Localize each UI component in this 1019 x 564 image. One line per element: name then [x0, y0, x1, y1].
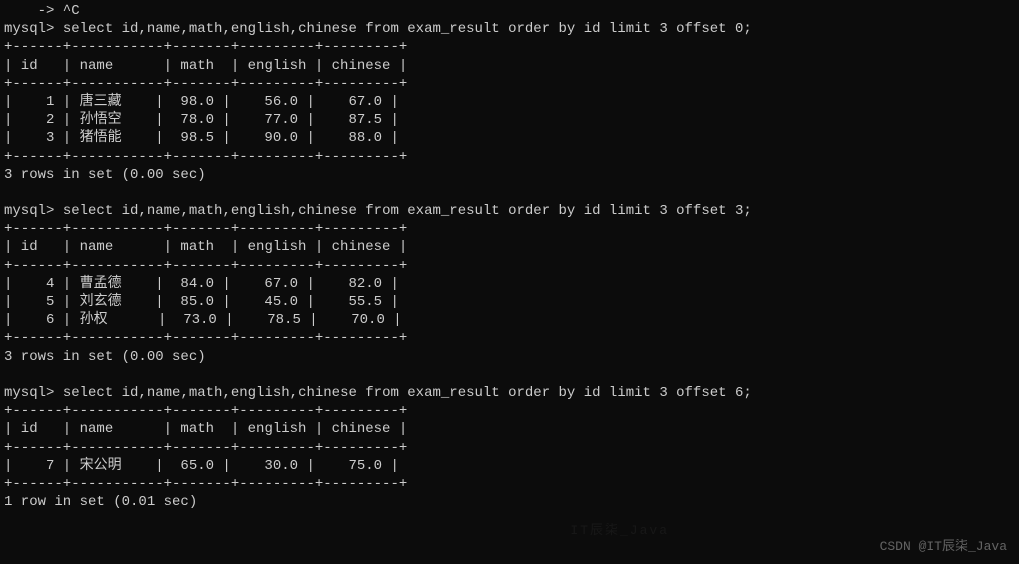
query-line-2: mysql> select id,name,math,english,chine… [4, 384, 1015, 402]
table-divider: +------+-----------+-------+---------+--… [4, 475, 1015, 493]
interrupt-line: -> ^C [4, 2, 1015, 20]
watermark-text: CSDN @IT辰柒_Java [880, 539, 1007, 556]
table-divider: +------+-----------+-------+---------+--… [4, 329, 1015, 347]
table-divider: +------+-----------+-------+---------+--… [4, 257, 1015, 275]
blank-line [4, 511, 1015, 529]
result-footer: 1 row in set (0.01 sec) [4, 493, 1015, 511]
table-row: | 3 | 猪悟能 | 98.5 | 90.0 | 88.0 | [4, 129, 1015, 147]
query-line-1: mysql> select id,name,math,english,chine… [4, 202, 1015, 220]
result-footer: 3 rows in set (0.00 sec) [4, 166, 1015, 184]
table-header: | id | name | math | english | chinese | [4, 57, 1015, 75]
terminal-output[interactable]: -> ^C mysql> select id,name,math,english… [0, 0, 1019, 531]
table-row: | 6 | 孙权 | 73.0 | 78.5 | 70.0 | [4, 311, 1015, 329]
table-row: | 5 | 刘玄德 | 85.0 | 45.0 | 55.5 | [4, 293, 1015, 311]
sql-query-2: select id,name,math,english,chinese from… [63, 385, 752, 401]
table-row: | 1 | 唐三藏 | 98.0 | 56.0 | 67.0 | [4, 93, 1015, 111]
blank-line [4, 366, 1015, 384]
query-line-0: mysql> select id,name,math,english,chine… [4, 20, 1015, 38]
faint-watermark-text: IT辰柒_Java [570, 523, 669, 540]
table-row: | 2 | 孙悟空 | 78.0 | 77.0 | 87.5 | [4, 111, 1015, 129]
table-divider: +------+-----------+-------+---------+--… [4, 220, 1015, 238]
result-footer: 3 rows in set (0.00 sec) [4, 348, 1015, 366]
table-header: | id | name | math | english | chinese | [4, 238, 1015, 256]
table-divider: +------+-----------+-------+---------+--… [4, 402, 1015, 420]
table-divider: +------+-----------+-------+---------+--… [4, 148, 1015, 166]
table-header: | id | name | math | english | chinese | [4, 420, 1015, 438]
table-divider: +------+-----------+-------+---------+--… [4, 75, 1015, 93]
mysql-prompt: mysql> [4, 385, 54, 401]
table-row: | 4 | 曹孟德 | 84.0 | 67.0 | 82.0 | [4, 275, 1015, 293]
table-divider: +------+-----------+-------+---------+--… [4, 439, 1015, 457]
table-divider: +------+-----------+-------+---------+--… [4, 38, 1015, 56]
mysql-prompt: mysql> [4, 203, 54, 219]
mysql-prompt: mysql> [4, 21, 54, 37]
blank-line [4, 184, 1015, 202]
sql-query-1: select id,name,math,english,chinese from… [63, 203, 752, 219]
sql-query-0: select id,name,math,english,chinese from… [63, 21, 752, 37]
table-row: | 7 | 宋公明 | 65.0 | 30.0 | 75.0 | [4, 457, 1015, 475]
